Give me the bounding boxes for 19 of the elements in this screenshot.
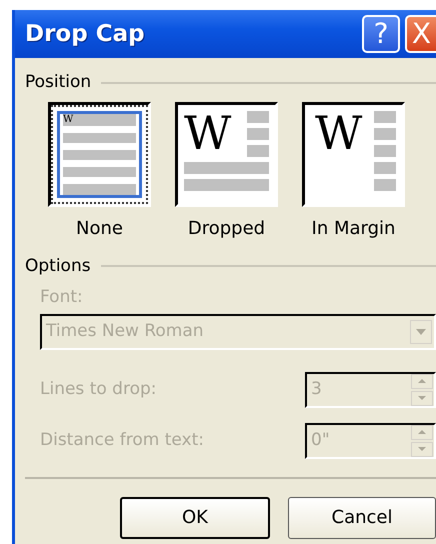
group-label: Options	[25, 254, 91, 278]
drop-cap-option[interactable]: W	[175, 102, 278, 206]
field-label: Lines to drop:	[40, 378, 156, 401]
option-label: Dropped	[188, 216, 266, 240]
group-label: Position	[25, 71, 92, 94]
spin-down-icon	[411, 390, 433, 406]
dialog-button[interactable]: Cancel	[288, 496, 436, 538]
field-label: Font:	[40, 286, 84, 309]
option-label: In Margin	[312, 216, 396, 240]
spin-up-icon	[411, 424, 433, 440]
drop-cap-option[interactable]: W	[302, 102, 405, 206]
dialog-button[interactable]: OK	[120, 496, 270, 538]
field-label: Distance from text:	[40, 428, 204, 452]
window-title: Drop Cap	[25, 20, 146, 49]
spin-down-icon	[411, 442, 433, 456]
spin-up-icon	[411, 374, 433, 388]
drop-cap-option[interactable]: W	[48, 102, 151, 206]
help-button[interactable]: ?	[362, 15, 400, 53]
option-label: None	[76, 216, 123, 240]
